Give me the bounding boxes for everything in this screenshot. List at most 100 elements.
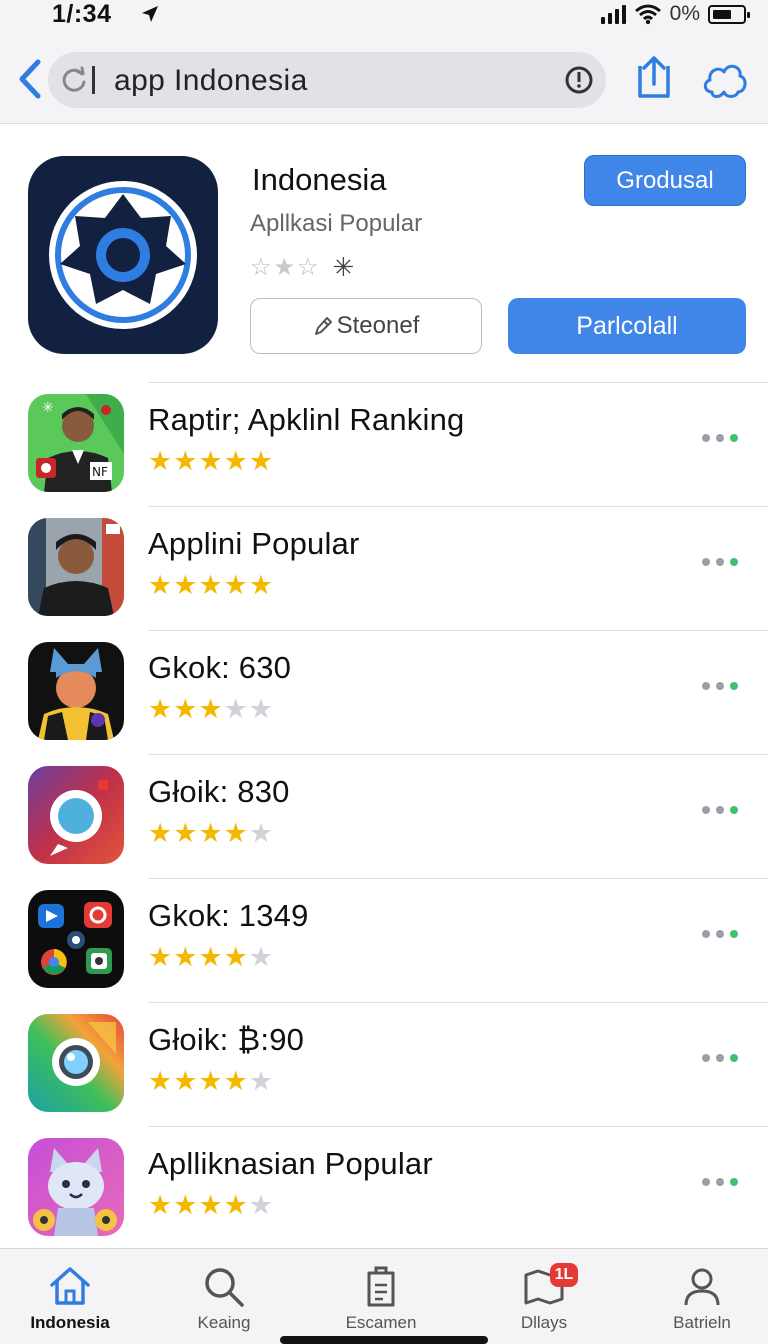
star-icon: ★ [148,1190,173,1220]
person-portrait-icon[interactable] [28,518,124,616]
star-icon: ★ [248,570,274,600]
tab-label: Indonesia [30,1313,110,1332]
star-icon: ★ [248,818,274,848]
tab-dllays[interactable]: 1L Dllays [484,1263,604,1335]
star-icon: ★ [223,818,248,848]
tab-label: Batrieln [673,1313,731,1332]
person-portrait-icon[interactable]: NF ✳ [28,394,124,492]
sparkle-icon: ✳ [332,252,355,282]
list-item[interactable]: Głoik: ₿:90 ★ ★ ★ ★ ★ [0,1002,768,1126]
location-arrow-icon [142,6,158,22]
text-cursor [92,66,95,94]
app-title[interactable]: Gkok: 1349 [148,898,309,934]
tab-indonesia[interactable]: Indonesia [10,1265,130,1335]
more-options-icon[interactable] [702,806,738,814]
more-options-icon[interactable] [702,682,738,690]
featured-app-icon[interactable] [28,156,218,354]
star-icon: ★ [248,1190,274,1220]
pencil-icon [314,317,332,335]
grodusal-button[interactable]: Grodusal [584,155,746,206]
star-icon: ★ [148,694,173,724]
app-rating: ★ ★ ★ ★ ★ [148,696,273,723]
svg-text:NF: NF [92,465,108,479]
more-options-icon[interactable] [702,434,738,442]
star-icon: ★ [173,446,198,476]
app-title[interactable]: Gkok: 630 [148,650,291,686]
list-item[interactable]: Gkok: 1349 ★ ★ ★ ★ ★ [0,878,768,1002]
cat-avatar-icon[interactable] [28,642,124,740]
camera-lens-icon[interactable] [28,1014,124,1112]
star-icon: ★ [198,570,223,600]
tab-keaing[interactable]: Keaing [164,1265,284,1335]
star-icon: ★ [198,1190,223,1220]
status-indicators: 0% [600,2,750,26]
app-folder-icon[interactable] [28,890,124,988]
more-options-icon[interactable] [702,1178,738,1186]
more-options-icon[interactable] [702,558,738,566]
star-icon: ★ [148,818,173,848]
cloud-icon[interactable] [700,56,748,100]
cellular-signal-icon [600,4,626,24]
star-icon: ★ [173,942,198,972]
star-icon: ★ [223,446,248,476]
list-item[interactable]: Applini Popular ★ ★ ★ ★ ★ [0,506,768,630]
star-icon: ★ [173,1066,198,1096]
parlcolall-button[interactable]: Parlcolall [508,298,746,354]
home-icon [50,1267,90,1305]
home-indicator [280,1336,488,1344]
app-title[interactable]: Aplliknasian Popular [148,1146,433,1182]
app-rating: ★ ★ ★ ★ ★ [148,572,273,599]
list-item[interactable]: NF ✳ Raptir; Apklinl Ranking ★ ★ ★ ★ ★ [0,382,768,506]
status-time: 1/:34 [52,0,112,28]
app-title[interactable]: Applini Popular [148,526,360,562]
tab-batrieln[interactable]: Batrieln [642,1265,762,1335]
app-title[interactable]: Raptir; Apklinl Ranking [148,402,464,438]
wifi-icon [634,4,661,25]
search-query[interactable]: app Indonesia [114,64,308,98]
star-icon: ★ [248,942,274,972]
tab-label: Dllays [520,1313,568,1332]
status-bar: 1/:34 0% [0,0,768,34]
camera-lens-icon[interactable] [28,766,124,864]
star-icon: ★ [148,942,173,972]
more-options-icon[interactable] [702,1054,738,1062]
star-icon: ☆ [250,254,272,281]
app-title[interactable]: Głoik: 830 [148,774,290,810]
app-rating: ★ ★ ★ ★ ★ [148,944,273,971]
star-icon: ★ [173,1190,198,1220]
app-rating: ★ ★ ★ ★ ★ [148,1192,273,1219]
steonef-button[interactable]: Steonef [250,298,482,354]
star-icon: ★ [198,694,223,724]
star-icon: ★ [248,694,274,724]
list-item[interactable]: Gkok: 630 ★ ★ ★ ★ ★ [0,630,768,754]
list-item[interactable]: Głoik: 830 ★ ★ ★ ★ ★ [0,754,768,878]
featured-app-subtitle: Apllkasi Popular [250,210,423,237]
steonef-button-label: Steonef [336,312,420,339]
star-icon: ★ [198,818,223,848]
tab-bar: Indonesia Keaing Escamen 1L Dllays Batri… [0,1248,768,1344]
app-list: NF ✳ Raptir; Apklinl Ranking ★ ★ ★ ★ ★ Appli… [0,382,768,1250]
battery-percent: 0% [669,2,700,25]
search-input[interactable]: app Indonesia [48,52,606,108]
alert-circle-icon[interactable] [564,65,594,95]
featured-app-title: Indonesia [252,162,387,197]
gear-logo-icon [49,181,197,329]
more-options-icon[interactable] [702,930,738,938]
star-icon: ★ [148,570,173,600]
cat-mascot-icon[interactable] [28,1138,124,1236]
star-icon: ★ [148,1066,173,1096]
tab-label: Keaing [197,1313,251,1332]
star-icon: ☆ [297,254,319,281]
list-item[interactable]: Aplliknasian Popular ★ ★ ★ ★ ★ [0,1126,768,1250]
tab-escamen[interactable]: Escamen [321,1265,441,1335]
back-chevron-icon[interactable] [14,56,46,102]
featured-rating: ☆ ★ ☆ ✳ [250,252,354,283]
star-icon: ★ [173,818,198,848]
star-icon: ★ [248,1066,274,1096]
share-icon[interactable] [632,54,676,102]
refresh-icon[interactable] [58,64,90,96]
battery-icon [708,4,750,24]
app-title[interactable]: Głoik: ₿:90 [148,1022,304,1058]
svg-text:✳: ✳ [42,400,54,416]
star-icon: ★ [148,446,173,476]
